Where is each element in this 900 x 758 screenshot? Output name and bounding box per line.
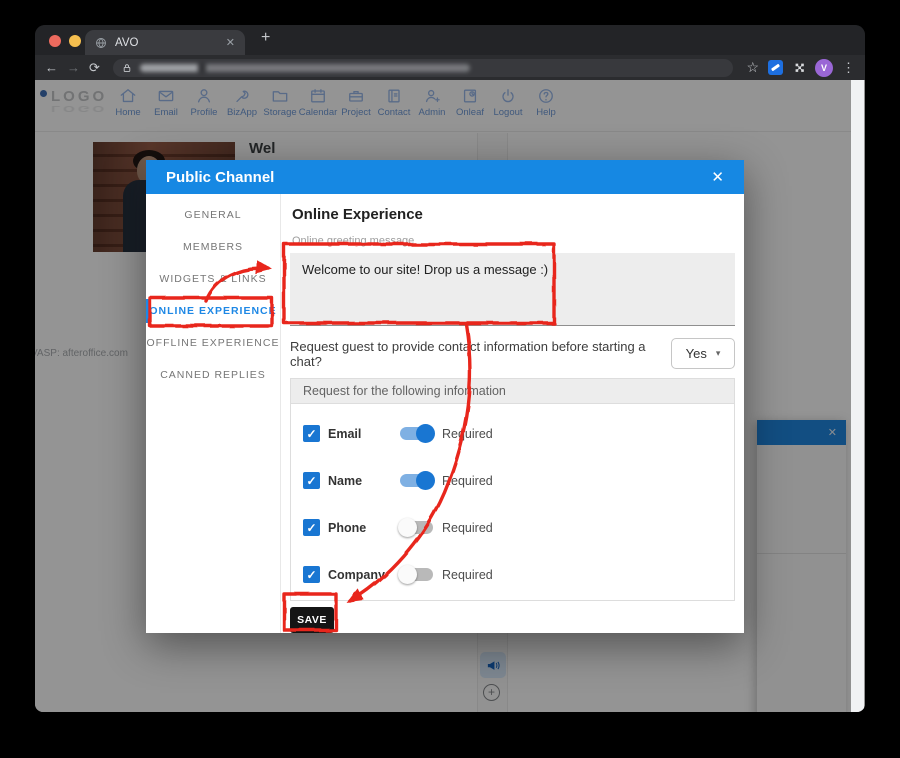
company-required-toggle[interactable] <box>400 568 433 581</box>
chevron-down-icon: ▾ <box>716 348 721 359</box>
tab-online-experience[interactable]: ONLINE EXPERIENCE <box>146 295 280 327</box>
company-checkbox[interactable]: ✓ <box>303 566 320 583</box>
field-row-name: ✓ Name Required <box>303 457 722 504</box>
minimize-window-button[interactable] <box>69 35 81 47</box>
section-heading: Online Experience <box>292 206 735 223</box>
browser-titlebar: AVO ✕ + <box>35 25 865 55</box>
browser-toolbar: ← → ⟳ ☆ V ⋮ <box>35 55 865 80</box>
field-row-phone: ✓ Phone Required <box>303 504 722 551</box>
phone-required-toggle[interactable] <box>400 521 433 534</box>
forward-icon[interactable]: → <box>67 61 80 74</box>
tab-offline-experience[interactable]: OFFLINE EXPERIENCE <box>146 327 280 359</box>
modal-header: Public Channel ✕ <box>146 160 744 194</box>
tab-widgets-links[interactable]: WIDGETS & LINKS <box>146 263 280 295</box>
field-row-company: ✓ Company Required <box>303 551 722 598</box>
address-bar[interactable] <box>113 59 734 77</box>
reload-icon[interactable]: ⟳ <box>89 61 100 74</box>
lock-icon <box>122 63 132 73</box>
tab-members[interactable]: MEMBERS <box>146 231 280 263</box>
new-tab-button[interactable]: + <box>261 29 270 47</box>
modal-title: Public Channel <box>166 169 711 186</box>
close-window-button[interactable] <box>49 35 61 47</box>
tab-title: AVO <box>115 37 218 49</box>
page-scrollbar[interactable] <box>851 80 864 712</box>
tab-general[interactable]: GENERAL <box>146 199 280 231</box>
modal-content: Online Experience Online greeting messag… <box>281 194 744 633</box>
profile-avatar[interactable]: V <box>815 59 833 77</box>
save-button[interactable]: SAVE <box>290 607 334 633</box>
browser-tab[interactable]: AVO ✕ <box>85 30 245 55</box>
browser-menu-icon[interactable]: ⋮ <box>842 60 855 76</box>
tab-close-icon[interactable]: ✕ <box>226 36 235 49</box>
public-channel-modal: Public Channel ✕ GENERAL MEMBERS WIDGETS… <box>146 160 744 633</box>
field-row-email: ✓ Email Required <box>303 410 722 457</box>
phone-checkbox[interactable]: ✓ <box>303 519 320 536</box>
tab-canned-replies[interactable]: CANNED REPLIES <box>146 359 280 391</box>
extensions-puzzle-icon[interactable] <box>792 61 806 75</box>
greeting-label: Online greeting message <box>292 235 735 247</box>
browser-window: AVO ✕ + ← → ⟳ ☆ V ⋮ LOGO LOGO Home Email… <box>35 25 865 712</box>
modal-close-icon[interactable]: ✕ <box>711 168 724 186</box>
bookmark-star-icon[interactable]: ☆ <box>746 59 759 76</box>
contact-info-question: Request guest to provide contact informa… <box>290 339 671 369</box>
requested-info-header: Request for the following information <box>291 379 734 404</box>
name-checkbox[interactable]: ✓ <box>303 472 320 489</box>
requested-info-box: Request for the following information ✓ … <box>290 378 735 601</box>
name-required-toggle[interactable] <box>400 474 433 487</box>
email-required-toggle[interactable] <box>400 427 433 440</box>
modal-sidebar: GENERAL MEMBERS WIDGETS & LINKS ONLINE E… <box>146 194 281 633</box>
web-page: LOGO LOGO Home Email Profile BizApp Stor… <box>35 80 865 712</box>
yes-no-select[interactable]: Yes ▾ <box>671 338 735 369</box>
redacted-url-text <box>140 64 470 72</box>
extension-blue-icon[interactable] <box>768 60 783 75</box>
greeting-message-textarea[interactable]: Welcome to our site! Drop us a message :… <box>290 253 735 326</box>
back-icon[interactable]: ← <box>45 61 58 74</box>
email-checkbox[interactable]: ✓ <box>303 425 320 442</box>
globe-favicon-icon <box>95 37 107 49</box>
